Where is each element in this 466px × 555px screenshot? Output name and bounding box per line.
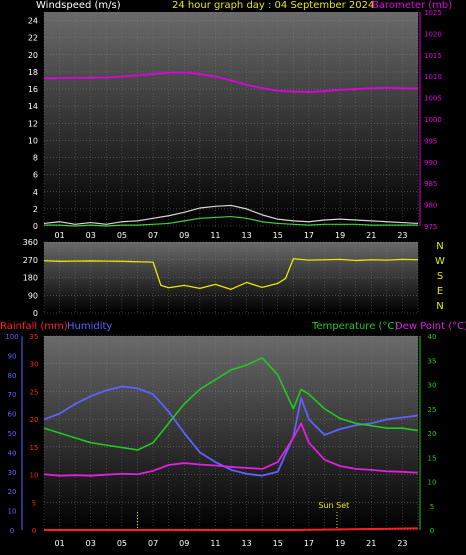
rainfall-tick-label: 20 xyxy=(30,416,39,424)
windspeed-tick-label: 12 xyxy=(28,119,38,128)
temperature-tick-label: 30 xyxy=(428,382,437,390)
x-tick-label-bottom: 11 xyxy=(210,539,220,548)
humidity-tick-label: 90 xyxy=(8,352,17,360)
rainfall-tick-label: 10 xyxy=(30,472,39,480)
rainfall-tick-label: 35 xyxy=(30,333,39,341)
humidity-tick-label: 40 xyxy=(8,449,17,457)
x-tick-label-top: 05 xyxy=(117,231,127,240)
direction-tick-label: 360 xyxy=(23,238,38,247)
compass-label: N xyxy=(436,301,443,312)
barometer-tick-label: 985 xyxy=(424,180,437,188)
x-tick-label-top: 15 xyxy=(273,231,283,240)
x-tick-label-bottom: 03 xyxy=(86,539,96,548)
barometer-tick-label: 980 xyxy=(424,202,437,210)
rainfall-tick-label: 15 xyxy=(30,444,39,452)
x-tick-label-top: 09 xyxy=(179,231,189,240)
compass-label: E xyxy=(437,286,443,297)
humidity-tick-label: 100 xyxy=(5,333,18,341)
sunset-label: Sun Set xyxy=(318,501,349,510)
windspeed-tick-label: 8 xyxy=(33,154,38,163)
x-tick-label-top: 11 xyxy=(210,231,220,240)
x-tick-label-bottom: 17 xyxy=(304,539,314,548)
rainfall-tick-label: 0 xyxy=(32,527,36,535)
windspeed-tick-label: 4 xyxy=(33,188,38,197)
x-tick-label-bottom: 19 xyxy=(335,539,345,548)
humidity-tick-label: 30 xyxy=(8,469,17,477)
x-tick-label-top: 07 xyxy=(148,231,158,240)
humidity-tick-label: 80 xyxy=(8,372,17,380)
windspeed-tick-label: 6 xyxy=(33,171,38,180)
x-tick-label-top: 01 xyxy=(54,231,64,240)
x-tick-label-bottom: 09 xyxy=(179,539,189,548)
barometer-tick-label: 1010 xyxy=(424,73,442,81)
x-tick-label-bottom: 21 xyxy=(366,539,376,548)
x-tick-label-bottom: 15 xyxy=(273,539,283,548)
wind-panel-background xyxy=(44,12,418,226)
rainfall-tick-label: 30 xyxy=(30,361,39,369)
windspeed-tick-label: 24 xyxy=(28,17,38,26)
x-tick-label-bottom: 13 xyxy=(241,539,251,548)
barometer-tick-label: 1015 xyxy=(424,52,442,60)
x-tick-label-bottom: 05 xyxy=(117,539,127,548)
compass-label: W xyxy=(435,256,445,267)
windspeed-tick-label: 22 xyxy=(28,34,38,43)
windspeed-tick-label: 0 xyxy=(33,222,38,231)
temperature-tick-label: 20 xyxy=(428,430,437,438)
chart-canvas: 0101030305050707090911111313151517171919… xyxy=(5,9,445,548)
barometer-tick-label: 1020 xyxy=(424,30,442,38)
barometer-tick-label: 975 xyxy=(424,223,437,231)
humidity-tick-label: 20 xyxy=(8,488,17,496)
x-tick-label-top: 03 xyxy=(86,231,96,240)
x-tick-label-top: 19 xyxy=(335,231,345,240)
temperature-tick-label: 15 xyxy=(428,454,437,462)
temperature-tick-label: 35 xyxy=(428,357,437,365)
barometer-tick-label: 995 xyxy=(424,137,437,145)
compass-label: N xyxy=(436,241,443,252)
humidity-tick-label: 0 xyxy=(10,527,14,535)
x-tick-label-bottom: 01 xyxy=(54,539,64,548)
barometer-tick-label: 1025 xyxy=(424,9,442,17)
rainfall-tick-label: 5 xyxy=(32,499,36,507)
direction-tick-label: 180 xyxy=(23,274,38,283)
direction-tick-label: 0 xyxy=(33,309,38,318)
compass-label: S xyxy=(437,271,443,282)
x-tick-label-bottom: 23 xyxy=(397,539,407,548)
direction-tick-label: 90 xyxy=(28,291,38,300)
temperature-tick-label: 40 xyxy=(428,333,437,341)
barometer-tick-label: 990 xyxy=(424,159,437,167)
windspeed-tick-label: 20 xyxy=(28,51,38,60)
temperature-tick-label: 25 xyxy=(428,406,437,414)
humidity-tick-label: 60 xyxy=(8,411,17,419)
humidity-tick-label: 50 xyxy=(8,430,17,438)
x-tick-label-top: 23 xyxy=(397,231,407,240)
x-tick-label-bottom: 07 xyxy=(148,539,158,548)
x-tick-label-top: 21 xyxy=(366,231,376,240)
humidity-tick-label: 10 xyxy=(8,508,17,516)
weather-graph: Windspeed (m/s) 24 hour graph day : 04 S… xyxy=(0,0,466,555)
windspeed-tick-label: 18 xyxy=(28,68,38,77)
windspeed-tick-label: 10 xyxy=(28,136,38,145)
barometer-tick-label: 1005 xyxy=(424,95,442,103)
humidity-tick-label: 70 xyxy=(8,391,17,399)
windspeed-tick-label: 2 xyxy=(33,205,38,214)
temperature-tick-label: 10 xyxy=(428,479,437,487)
barometer-tick-label: 1000 xyxy=(424,116,442,124)
temperature-tick-label: 0 xyxy=(430,527,434,535)
windspeed-tick-label: 14 xyxy=(28,102,38,111)
x-tick-label-top: 17 xyxy=(304,231,314,240)
windspeed-tick-label: 16 xyxy=(28,85,38,94)
x-tick-label-top: 13 xyxy=(241,231,251,240)
rainfall-tick-label: 25 xyxy=(30,388,39,396)
temperature-tick-label: 5 xyxy=(430,503,434,511)
direction-tick-label: 270 xyxy=(23,256,38,265)
